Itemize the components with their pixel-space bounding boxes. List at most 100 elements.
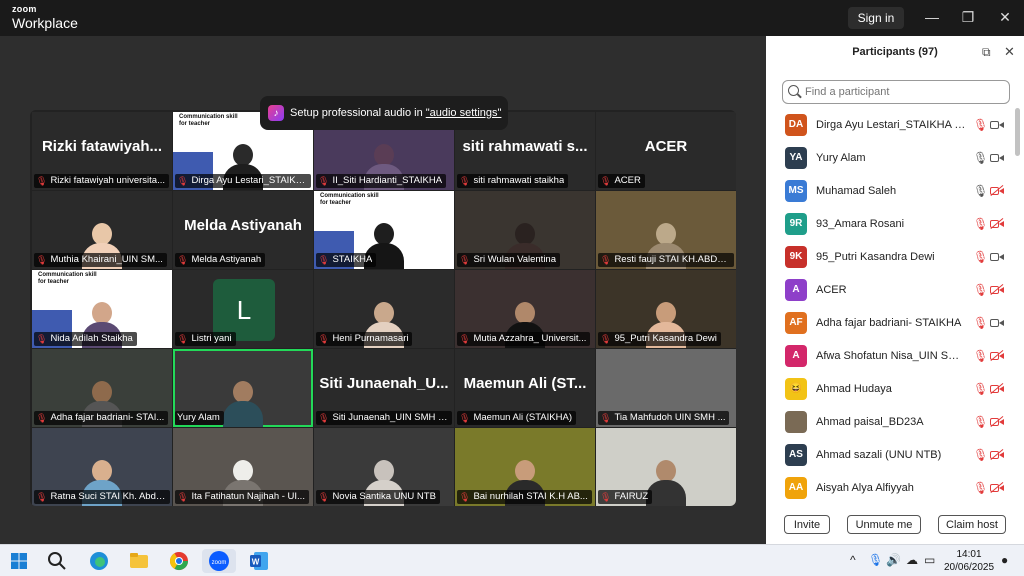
tile-name-label: 🎙 Nida Adilah Staikha: [34, 332, 137, 346]
pop-out-icon[interactable]: ⧉: [982, 45, 991, 60]
video-tile[interactable]: 🎙 FAIRUZ: [596, 428, 736, 506]
meeting-area: ♪ Setup professional audio in "audio set…: [0, 36, 766, 544]
participant-row[interactable]: AA Aisyah Alya Alfiyyah 🎙: [766, 471, 1012, 504]
participant-row[interactable]: 😆 Ahmad Hudaya 🎙: [766, 372, 1012, 405]
notifications-icon[interactable]: ●: [1001, 553, 1008, 567]
muted-mic-icon[interactable]: 🎙: [973, 481, 988, 495]
invite-button[interactable]: Invite: [784, 515, 830, 534]
claim-host-button[interactable]: Claim host: [938, 515, 1006, 534]
participant-row[interactable]: MS Muhamad Saleh 🎙: [766, 174, 1012, 207]
sign-in-button[interactable]: Sign in: [848, 7, 904, 29]
participant-row[interactable]: AF Adha fajar badriani- STAIKHA 🎙: [766, 306, 1012, 339]
video-off-icon[interactable]: [990, 483, 1004, 493]
muted-mic-icon[interactable]: 🎙: [973, 118, 988, 132]
muted-mic-icon: 🎙: [177, 334, 189, 344]
minimize-icon[interactable]: —: [920, 6, 944, 28]
tile-name-label: 🎙 Ita Fatihatun Najihah - UI...: [175, 490, 309, 504]
battery-icon[interactable]: ▭: [924, 553, 935, 567]
unmute-me-button[interactable]: Unmute me: [847, 515, 921, 534]
muted-mic-icon[interactable]: 🎙: [973, 382, 988, 396]
muted-mic-icon[interactable]: 🎙: [973, 250, 988, 264]
muted-mic-icon[interactable]: 🎙: [973, 448, 988, 462]
speaker-icon[interactable]: 🔊: [886, 553, 901, 567]
file-explorer-icon[interactable]: [126, 549, 152, 573]
video-camera-icon[interactable]: [990, 153, 1004, 163]
tile-name-label: 🎙 FAIRUZ: [598, 490, 653, 504]
video-tile[interactable]: 🎙 Adha fajar badriani- STAI...: [32, 349, 172, 427]
muted-mic-icon[interactable]: 🎙: [973, 283, 988, 297]
tile-name-label: 🎙 95_Putri Kasandra Dewi: [598, 332, 721, 346]
video-tile[interactable]: 🎙 Heni Purnamasari: [314, 270, 454, 348]
zoom-app-icon[interactable]: zoom: [202, 549, 236, 573]
participant-row[interactable]: 9R 93_Amara Rosani 🎙: [766, 207, 1012, 240]
video-off-icon[interactable]: [990, 384, 1004, 394]
video-off-icon[interactable]: [990, 285, 1004, 295]
video-off-icon[interactable]: [990, 417, 1004, 427]
participant-row[interactable]: AS Ahmad sazali (UNU NTB) 🎙: [766, 438, 1012, 471]
edge-browser-icon[interactable]: [86, 549, 112, 573]
video-off-icon[interactable]: [990, 450, 1004, 460]
search-icon: [788, 85, 799, 96]
video-camera-icon[interactable]: [990, 318, 1004, 328]
muted-mic-icon[interactable]: 🎙: [973, 349, 988, 363]
chevron-up-icon[interactable]: ^: [850, 553, 856, 567]
muted-mic-icon[interactable]: 🎙: [973, 415, 988, 429]
participant-row[interactable]: YA Yury Alam 🎙: [766, 141, 1012, 174]
audio-settings-link[interactable]: "audio settings": [426, 107, 502, 119]
avatar: AF: [785, 311, 807, 334]
microphone-icon[interactable]: 🎙: [973, 151, 988, 165]
muted-mic-icon: 🎙: [318, 176, 330, 186]
system-clock[interactable]: 14:01 20/06/2025: [944, 548, 994, 574]
close-icon[interactable]: ✕: [993, 6, 1017, 28]
video-tile[interactable]: 🎙 Ita Fatihatun Najihah - UI...: [173, 428, 313, 506]
chrome-icon[interactable]: [166, 549, 192, 573]
video-tile[interactable]: 🎙 Novia Santika UNU NTB: [314, 428, 454, 506]
video-tile[interactable]: Communication skill for teacher 🎙 STAIKHA: [314, 191, 454, 269]
participant-list-scrollbar[interactable]: [1015, 108, 1020, 156]
video-tile[interactable]: 🎙 Ratna Suci STAI Kh. Abdul...: [32, 428, 172, 506]
tile-name-label: 🎙 Sri Wulan Valentina: [457, 253, 560, 267]
muted-mic-icon[interactable]: 🎙: [973, 316, 988, 330]
video-tile[interactable]: Siti Junaenah_U... 🎙 Siti Junaenah_UIN SM…: [314, 349, 454, 427]
participant-row[interactable]: DA Dirga Ayu Lestari_STAIKHA (Me) 🎙: [766, 108, 1012, 141]
muted-mic-icon[interactable]: 🎙: [973, 217, 988, 231]
video-tile[interactable]: 🎙 Sri Wulan Valentina: [455, 191, 595, 269]
participant-name: 95_Putri Kasandra Dewi: [816, 250, 935, 263]
video-tile[interactable]: ACER 🎙 ACER: [596, 112, 736, 190]
video-off-icon[interactable]: [990, 219, 1004, 229]
video-tile[interactable]: 🎙 95_Putri Kasandra Dewi: [596, 270, 736, 348]
maximize-icon[interactable]: ❐: [956, 6, 980, 28]
video-camera-icon[interactable]: [990, 252, 1004, 262]
windows-taskbar: zoom W ^ 🎙 🔊 ☁ ▭ 14:01 20/06/2025 ●: [0, 544, 1024, 576]
muted-mic-icon: 🎙: [36, 176, 48, 186]
participant-row[interactable]: A Afwa Shofatun Nisa_UIN SMH B... 🎙: [766, 339, 1012, 372]
word-icon[interactable]: W: [246, 549, 272, 573]
participant-row[interactable]: 9K 95_Putri Kasandra Dewi 🎙: [766, 240, 1012, 273]
participant-row[interactable]: A ACER 🎙: [766, 273, 1012, 306]
video-tile[interactable]: 🎙 Mutia Azzahra_ Universit...: [455, 270, 595, 348]
video-tile[interactable]: Maemun Ali (ST... 🎙 Maemun Ali (STAIKHA): [455, 349, 595, 427]
video-tile[interactable]: 🎙 Muthia Khairani_UIN SM...: [32, 191, 172, 269]
video-tile[interactable]: 🎙 Resti fauji STAI KH.ABDUL...: [596, 191, 736, 269]
microphone-icon[interactable]: 🎙: [973, 184, 988, 198]
video-tile[interactable]: Communication skill for teacher 🎙 Nida Adi…: [32, 270, 172, 348]
close-panel-icon[interactable]: ✕: [1004, 44, 1015, 60]
video-tile[interactable]: 🎙 Bai nurhilah STAI K.H AB...: [455, 428, 595, 506]
active-speaker-tile[interactable]: Yury Alam: [173, 349, 313, 427]
video-tile[interactable]: L 🎙 Listri yani: [173, 270, 313, 348]
tile-name-label: 🎙 Novia Santika UNU NTB: [316, 490, 440, 504]
microphone-icon[interactable]: 🎙: [868, 553, 883, 567]
video-tile[interactable]: Melda Astiyanah 🎙 Melda Astiyanah: [173, 191, 313, 269]
participant-list: DA Dirga Ayu Lestari_STAIKHA (Me) 🎙 YA Yury …: [766, 108, 1012, 504]
participant-search-input[interactable]: [782, 80, 1010, 104]
video-off-icon[interactable]: [990, 351, 1004, 361]
video-tile[interactable]: 🎙 Tia Mahfudoh UIN SMH ...: [596, 349, 736, 427]
video-off-icon[interactable]: [990, 186, 1004, 196]
muted-mic-icon: 🎙: [36, 492, 48, 502]
search-icon[interactable]: [44, 549, 70, 573]
network-icon[interactable]: ☁: [906, 553, 918, 567]
video-tile[interactable]: Rizki fatawiyah... 🎙 Rizki fatawiyah univ…: [32, 112, 172, 190]
windows-start-icon[interactable]: [6, 549, 32, 573]
video-camera-icon[interactable]: [990, 120, 1004, 130]
participant-row[interactable]: Ahmad paisal_BD23A 🎙: [766, 405, 1012, 438]
